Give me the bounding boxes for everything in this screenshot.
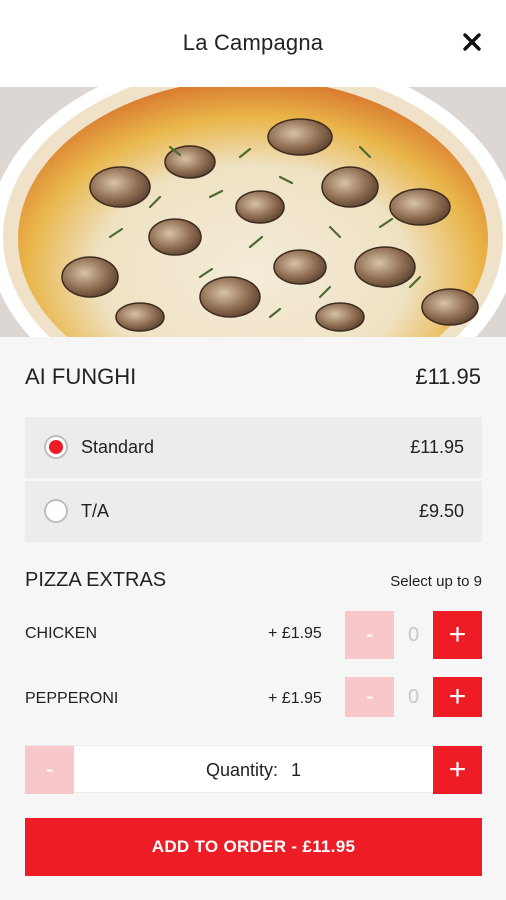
top-bar: La Campagna bbox=[0, 0, 506, 87]
pizza-photo bbox=[0, 87, 506, 337]
extra-price: + £1.95 bbox=[268, 625, 322, 642]
close-icon[interactable] bbox=[462, 32, 482, 52]
radio-unselected-icon[interactable] bbox=[44, 499, 68, 523]
item-price: £11.95 bbox=[415, 364, 481, 389]
item-header: AI FUNGHI £11.95 bbox=[25, 362, 481, 392]
radio-selected-icon[interactable] bbox=[44, 435, 68, 459]
extra-increment-button[interactable]: + bbox=[433, 677, 482, 717]
extra-count: 0 bbox=[407, 686, 420, 708]
option-price: £9.50 bbox=[418, 501, 464, 521]
extra-count: 0 bbox=[407, 624, 420, 646]
quantity-increment-button[interactable]: + bbox=[433, 746, 482, 794]
restaurant-title: La Campagna bbox=[182, 30, 324, 55]
option-label: Standard bbox=[81, 437, 155, 457]
extra-increment-button[interactable]: + bbox=[433, 611, 482, 659]
extras-title: PIZZA EXTRAS bbox=[25, 569, 167, 591]
item-name: AI FUNGHI bbox=[25, 364, 137, 389]
extra-decrement-button[interactable]: - bbox=[345, 677, 394, 717]
option-standard[interactable]: Standard £11.95 bbox=[25, 417, 482, 478]
quantity-label: Quantity: bbox=[205, 760, 278, 780]
extra-decrement-button[interactable]: - bbox=[345, 611, 394, 659]
extra-row-chicken: CHICKEN + £1.95 - 0 + bbox=[25, 611, 482, 659]
extra-price: + £1.95 bbox=[268, 690, 322, 707]
option-price: £11.95 bbox=[410, 437, 464, 457]
option-label: T/A bbox=[81, 501, 110, 521]
option-ta[interactable]: T/A £9.50 bbox=[25, 481, 482, 542]
quantity-display: Quantity: 1 bbox=[74, 746, 433, 794]
extra-name: PEPPERONI bbox=[25, 690, 119, 707]
extras-limit: Select up to 9 bbox=[390, 573, 482, 590]
add-to-order-button[interactable]: ADD TO ORDER - £11.95 bbox=[25, 818, 482, 876]
quantity-value: 1 bbox=[291, 760, 302, 780]
extra-name: CHICKEN bbox=[25, 625, 98, 642]
extra-row-pepperoni: PEPPERONI + £1.95 - 0 + bbox=[25, 677, 482, 717]
quantity-stepper: - Quantity: 1 + bbox=[25, 745, 482, 794]
quantity-decrement-button[interactable]: - bbox=[25, 746, 74, 794]
